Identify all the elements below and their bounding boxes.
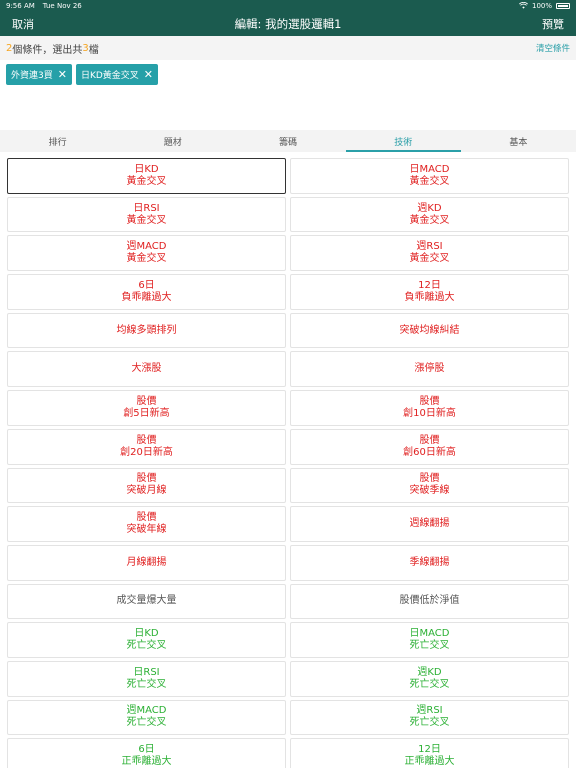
condition-option[interactable]: 成交量爆大量 xyxy=(7,583,286,620)
condition-grid: 日KD 黃金交叉 日MACD 黃金交叉 日RSI 黃金交叉 週KD 黃金交叉 週MACD… xyxy=(7,158,569,768)
tab-2[interactable]: 籌碼 xyxy=(230,130,345,152)
clear-conditions-button[interactable]: 清空條件 xyxy=(536,42,570,54)
tab-4[interactable]: 基本 xyxy=(461,130,576,152)
summary-text: 個條件，選出共 xyxy=(12,44,83,56)
condition-option[interactable]: 週KD 黃金交叉 xyxy=(290,196,569,233)
condition-option[interactable]: 突破均線糾結 xyxy=(290,312,569,349)
status-date: Tue Nov 26 xyxy=(42,2,82,10)
condition-option[interactable]: 週RSI 黃金交叉 xyxy=(290,235,569,272)
nav-bar: 取消 編輯: 我的選股邏輯1 預覽 xyxy=(0,12,576,36)
condition-option[interactable]: 股價 創10日新高 xyxy=(290,390,569,426)
condition-option[interactable]: 股價 突破年線 xyxy=(7,506,286,542)
condition-option[interactable]: 週RSI 死亡交叉 xyxy=(290,699,569,736)
condition-option[interactable]: 季線翻揚 xyxy=(290,544,569,581)
condition-option[interactable]: 日MACD 黃金交叉 xyxy=(290,158,569,194)
wifi-icon xyxy=(518,1,528,11)
battery-icon xyxy=(556,3,570,9)
condition-summary: 2 個條件，選出共 3 檔 清空條件 xyxy=(0,36,576,60)
condition-option[interactable]: 週MACD 黃金交叉 xyxy=(7,235,286,272)
condition-option[interactable]: 股價 創5日新高 xyxy=(7,390,286,426)
page-title: 編輯: 我的選股邏輯1 xyxy=(234,17,342,31)
battery-percent: 100% xyxy=(531,2,552,10)
close-icon[interactable]: ✕ xyxy=(58,69,67,80)
condition-option[interactable]: 12日 負乖離過大 xyxy=(290,274,569,310)
status-bar: 9:56 AM Tue Nov 26 100% xyxy=(0,0,576,12)
condition-option[interactable]: 12日 正乖離過大 xyxy=(290,738,569,768)
condition-option[interactable]: 日KD 黃金交叉 xyxy=(7,158,286,194)
condition-option[interactable]: 股價 突破季線 xyxy=(290,467,569,504)
close-icon[interactable]: ✕ xyxy=(144,69,153,80)
status-time: 9:56 AM xyxy=(6,2,35,10)
condition-option[interactable]: 均線多頭排列 xyxy=(7,312,286,349)
cancel-button[interactable]: 取消 xyxy=(12,16,34,32)
condition-option[interactable]: 股價低於淨值 xyxy=(290,583,569,620)
condition-option[interactable]: 日RSI 死亡交叉 xyxy=(7,660,286,697)
condition-option[interactable]: 日RSI 黃金交叉 xyxy=(7,196,286,233)
condition-option[interactable]: 股價 創60日新高 xyxy=(290,428,569,465)
condition-option[interactable]: 週MACD 死亡交叉 xyxy=(7,699,286,736)
condition-option[interactable]: 股價 突破月線 xyxy=(7,467,286,504)
summary-unit: 檔 xyxy=(88,44,99,56)
condition-chip: 日KD黃金交叉 ✕ xyxy=(75,64,159,85)
selected-conditions: 外資連3買 ✕ 日KD黃金交叉 ✕ xyxy=(6,64,159,85)
tab-1[interactable]: 題材 xyxy=(115,130,230,152)
condition-option[interactable]: 週線翻揚 xyxy=(290,506,569,542)
condition-option[interactable]: 漲停股 xyxy=(290,351,569,388)
condition-option[interactable]: 週KD 死亡交叉 xyxy=(290,660,569,697)
tab-3[interactable]: 技術 xyxy=(345,130,462,152)
preview-button[interactable]: 預覽 xyxy=(542,16,564,32)
condition-option[interactable]: 股價 創20日新高 xyxy=(7,428,286,465)
condition-option[interactable]: 月線翻揚 xyxy=(7,544,286,581)
tab-0[interactable]: 排行 xyxy=(0,130,115,152)
condition-option[interactable]: 6日 負乖離過大 xyxy=(7,274,286,310)
condition-option[interactable]: 大漲股 xyxy=(7,351,286,388)
chip-label: 外資連3買 xyxy=(11,71,53,81)
chip-label: 日KD黃金交叉 xyxy=(80,71,139,81)
condition-option[interactable]: 日MACD 死亡交叉 xyxy=(290,622,569,658)
category-tabs: 排行 題材 籌碼 技術 基本 xyxy=(0,130,576,152)
condition-option[interactable]: 日KD 死亡交叉 xyxy=(7,622,286,658)
condition-chip: 外資連3買 ✕ xyxy=(6,64,72,85)
condition-option[interactable]: 6日 正乖離過大 xyxy=(7,738,286,768)
